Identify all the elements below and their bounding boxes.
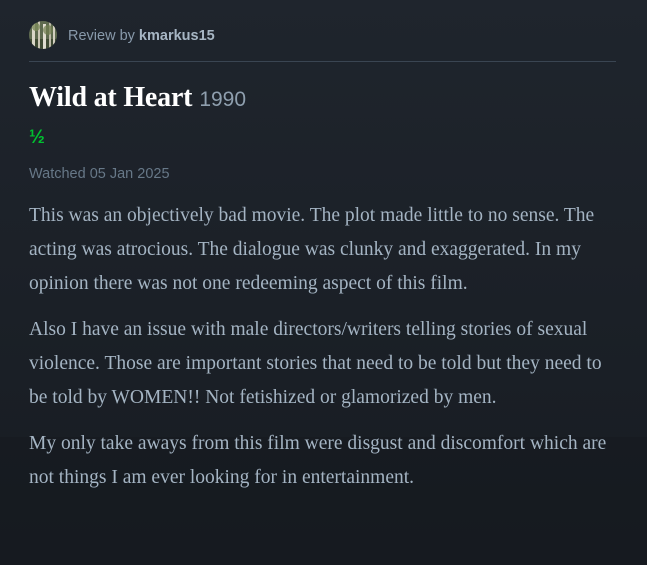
review-body: This was an objectively bad movie. The p… xyxy=(29,199,619,507)
username-link[interactable]: kmarkus15 xyxy=(139,28,215,44)
review-page: Review by kmarkus15 Wild at Heart 1990 ½… xyxy=(0,0,647,565)
review-by-line: Review by kmarkus15 xyxy=(68,28,215,44)
film-title-row: Wild at Heart 1990 xyxy=(29,82,246,114)
user-avatar-forest-icon[interactable] xyxy=(29,21,57,49)
star-rating: ½ xyxy=(29,127,45,148)
review-by-prefix: Review by xyxy=(68,28,139,44)
watched-date: Watched 05 Jan 2025 xyxy=(29,166,170,182)
review-paragraph: This was an objectively bad movie. The p… xyxy=(29,205,595,294)
film-title-link[interactable]: Wild at Heart xyxy=(29,82,193,114)
film-year-link[interactable]: 1990 xyxy=(199,88,246,112)
review-header: Review by kmarkus15 xyxy=(29,21,616,62)
review-paragraph: Also I have an issue with male directors… xyxy=(29,319,602,408)
review-paragraph: My only take aways from this film were d… xyxy=(29,433,607,488)
